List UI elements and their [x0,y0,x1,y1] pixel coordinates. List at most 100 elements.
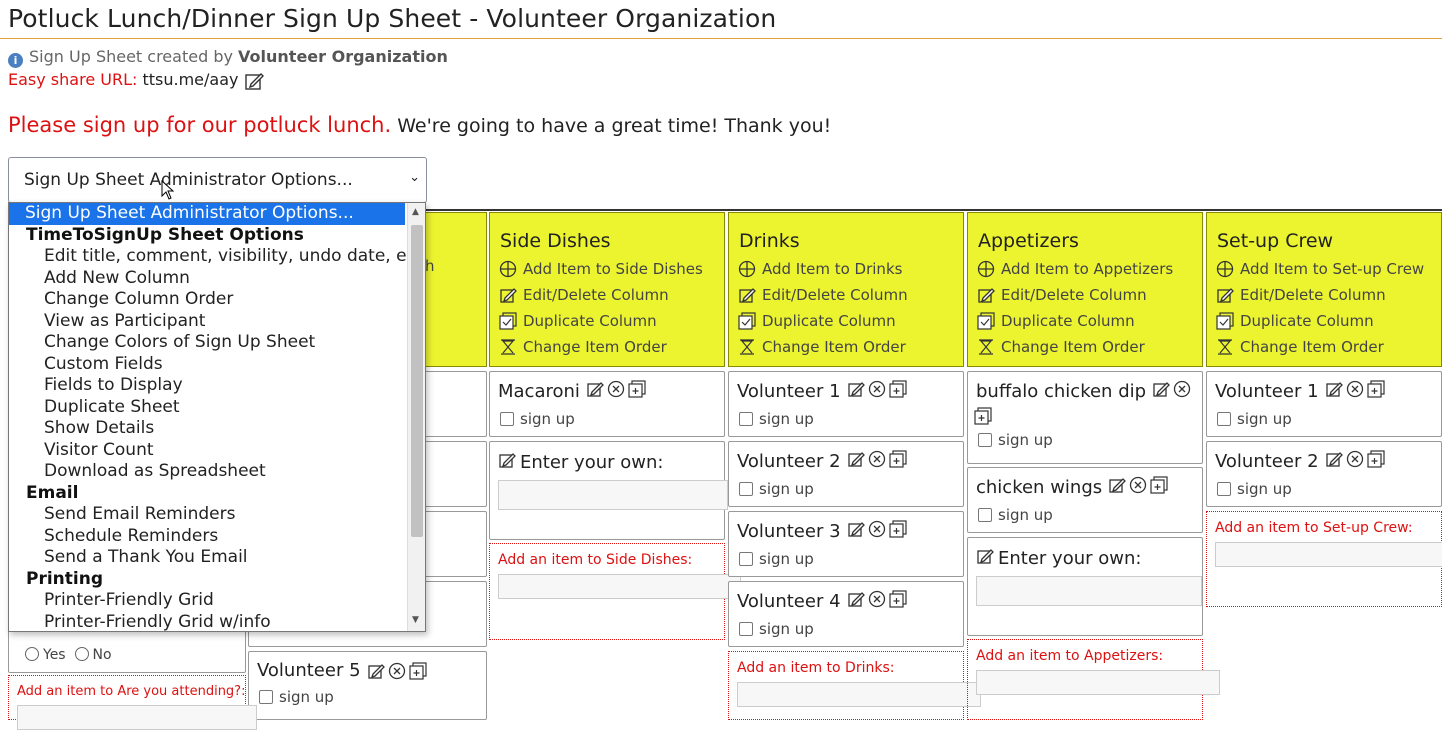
duplicate-icon[interactable] [974,407,992,429]
duplicate-column-link[interactable]: Duplicate Column [738,311,963,330]
dropdown-option[interactable]: Schedule Reminders [9,526,425,548]
checkbox[interactable] [1217,412,1231,426]
duplicate-icon[interactable] [888,450,907,473]
change-order-link[interactable]: Change Item Order [977,337,1202,356]
enter-own-input[interactable] [976,576,1202,606]
delete-icon[interactable] [607,380,625,403]
duplicate-icon[interactable] [1366,380,1385,403]
signup-checkbox[interactable]: sign up [1217,410,1441,428]
radio-no[interactable] [74,647,89,661]
dropdown-option[interactable]: Add New Column [9,268,425,290]
add-item-input[interactable] [498,574,741,599]
signup-checkbox[interactable]: sign up [978,506,1202,524]
add-item-input[interactable] [17,705,257,730]
duplicate-icon[interactable] [628,380,646,403]
edit-icon[interactable] [847,520,865,543]
delete-icon[interactable] [388,662,406,680]
signup-checkbox[interactable]: sign up [739,550,963,568]
signup-checkbox[interactable]: sign up [739,410,963,428]
dropdown-option[interactable]: Custom Fields [9,354,425,376]
dropdown-option[interactable]: Printer-Friendly Grid [9,590,425,612]
edit-column-link[interactable]: Edit/Delete Column [738,285,963,304]
dropdown-option[interactable]: Download as Spreadsheet [9,461,425,483]
edit-column-link[interactable]: Edit/Delete Column [1216,285,1441,304]
checkbox[interactable] [739,622,753,636]
dropdown-option[interactable]: Change Column Order [9,289,425,311]
delete-icon[interactable] [1346,450,1364,473]
edit-icon[interactable] [847,590,865,613]
checkbox[interactable] [739,412,753,426]
add-item-input[interactable] [976,670,1220,695]
duplicate-icon[interactable] [408,661,427,680]
dropdown-option-selected[interactable]: Sign Up Sheet Administrator Options... [9,203,405,225]
delete-icon[interactable] [1129,476,1147,499]
dropdown-option[interactable]: Change Colors of Sign Up Sheet [9,332,425,354]
duplicate-column-link[interactable]: Duplicate Column [977,311,1202,330]
admin-options-dropdown[interactable]: Sign Up Sheet Administrator Options... Ti… [8,202,426,632]
delete-icon[interactable] [868,380,886,403]
dropdown-option[interactable]: Duplicate Sheet [9,397,425,419]
signup-checkbox[interactable]: sign up [259,688,486,706]
edit-icon[interactable] [586,380,604,403]
edit-icon[interactable] [847,380,865,403]
signup-checkbox[interactable]: sign up [500,410,724,428]
scroll-down-icon[interactable]: ▼ [412,615,419,625]
dropdown-option[interactable]: Send Email Reminders [9,504,425,526]
signup-checkbox[interactable]: sign up [739,480,963,498]
edit-column-link[interactable]: Edit/Delete Column [977,285,1202,304]
radio-yes[interactable] [25,647,39,661]
add-item-link[interactable]: Add Item to Side Dishes [499,259,724,278]
delete-icon[interactable] [868,450,886,473]
checkbox[interactable] [978,433,992,447]
checkbox[interactable] [500,412,514,426]
signup-checkbox[interactable]: sign up [1217,480,1441,498]
duplicate-icon[interactable] [888,380,907,403]
dropdown-option[interactable]: View as Participant [9,311,425,333]
share-link[interactable]: ttsu.me/aay [142,70,238,89]
add-item-link[interactable]: Add Item to Appetizers [977,259,1202,278]
checkbox[interactable] [978,508,992,522]
add-item-input[interactable] [737,682,981,707]
edit-icon[interactable] [1325,450,1343,473]
delete-icon[interactable] [1346,380,1364,403]
dropdown-option[interactable]: Show Details [9,418,425,440]
duplicate-column-link[interactable]: Duplicate Column [499,311,724,330]
dropdown-option[interactable]: Edit title, comment, visibility, undo da… [9,246,425,268]
edit-icon[interactable] [1108,476,1127,499]
dropdown-scrollbar[interactable]: ▲ ▼ [407,203,425,631]
duplicate-icon[interactable] [1366,450,1385,473]
signup-checkbox[interactable]: sign up [739,620,963,638]
edit-icon[interactable] [1325,380,1343,403]
duplicate-icon[interactable] [1150,476,1168,499]
change-order-link[interactable]: Change Item Order [738,337,963,356]
admin-options-select[interactable]: Sign Up Sheet Administrator Options... ⌄ [8,157,427,203]
scrollbar-thumb[interactable] [411,225,423,537]
scroll-up-icon[interactable]: ▲ [412,207,419,217]
dropdown-option[interactable]: Send a Thank You Email [9,547,425,569]
delete-icon[interactable] [1173,380,1191,403]
delete-icon[interactable] [868,520,886,543]
add-item-link[interactable]: Add Item to Set-up Crew [1216,259,1441,278]
edit-icon[interactable] [367,662,385,680]
edit-column-link[interactable]: Edit/Delete Column [499,285,724,304]
edit-icon[interactable] [1152,380,1170,403]
duplicate-icon[interactable] [888,520,907,543]
delete-icon[interactable] [868,590,886,613]
checkbox[interactable] [739,552,753,566]
dropdown-option[interactable]: Visitor Count [9,440,425,462]
checkbox[interactable] [739,482,753,496]
add-item-link[interactable]: Add Item to Drinks [738,259,963,278]
change-order-link[interactable]: Change Item Order [1216,337,1441,356]
duplicate-icon[interactable] [888,590,907,613]
duplicate-column-link[interactable]: Duplicate Column [1216,311,1441,330]
edit-icon[interactable] [847,450,865,473]
dropdown-option[interactable]: Fields to Display [9,375,425,397]
dropdown-option[interactable]: Printer-Friendly Grid w/info [9,612,425,632]
checkbox[interactable] [1217,482,1231,496]
checkbox[interactable] [259,690,273,704]
edit-url-icon[interactable] [244,71,264,91]
signup-checkbox[interactable]: sign up [978,431,1202,449]
add-item-input[interactable] [1215,542,1442,567]
enter-own-input[interactable] [498,480,728,510]
change-order-link[interactable]: Change Item Order [499,337,724,356]
